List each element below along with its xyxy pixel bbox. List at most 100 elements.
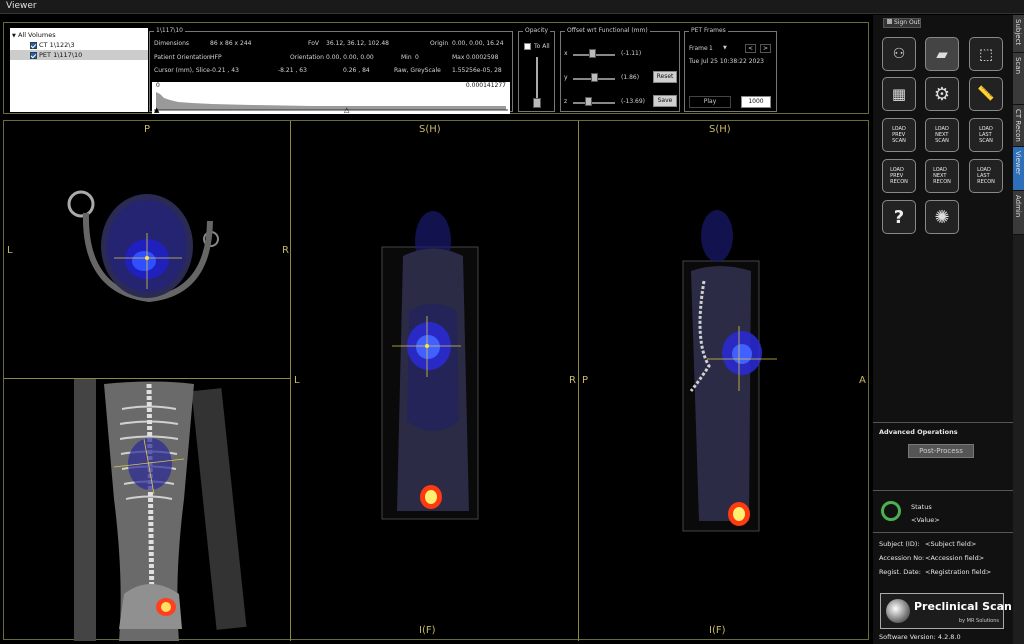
load-last-scan-button[interactable]: LOAD LAST SCAN <box>969 118 1003 152</box>
load-next-recon-line3: RECON <box>933 179 951 185</box>
tab-ct-recon[interactable]: CT Recon <box>1013 105 1024 147</box>
expand-arrow-icon[interactable]: ▼ <box>12 33 16 39</box>
save-button[interactable]: Save <box>653 95 677 107</box>
offset-z-value: (-13.69) <box>621 98 646 105</box>
side-panel: Sign Out ⚇ ▰ ⬚ ▦ ⚙ 📏 LOAD PREV SCAN LOAD NE… <box>873 15 1013 644</box>
help-button[interactable]: ? <box>882 200 916 234</box>
axial-left-label: L <box>7 245 13 256</box>
offset-z-slider[interactable] <box>573 102 615 104</box>
tab-subject[interactable]: Subject <box>1013 15 1024 53</box>
opacity-title: Opacity <box>523 27 551 34</box>
fov-value: 36.12, 36.12, 102.48 <box>326 40 389 47</box>
offset-y-thumb[interactable] <box>591 73 598 82</box>
raw-greyscale-label: Raw, GreyScale <box>394 67 441 74</box>
volume-render-view[interactable]: A <box>4 379 290 641</box>
load-prev-scan-button[interactable]: LOAD PREV SCAN <box>882 118 916 152</box>
load-prev-scan-line3: SCAN <box>892 138 906 144</box>
registration-date-label: Regist. Date: <box>879 568 921 576</box>
offset-y-value: (1.86) <box>621 74 640 81</box>
registration-date-value: <Registration field> <box>925 568 992 576</box>
load-next-recon-button[interactable]: LOAD NEXT RECON <box>925 159 959 193</box>
volume-item-ct[interactable]: CT 1\122\3 <box>30 40 75 50</box>
coronal-left-label: L <box>294 375 300 386</box>
accession-value: <Accession field> <box>925 554 985 562</box>
histogram[interactable]: 0 0.000141277 ▲ △ <box>152 82 510 114</box>
min-label: Min <box>401 54 412 61</box>
fov-label: FoV <box>308 40 320 47</box>
chevron-down-icon[interactable]: ▼ <box>723 45 727 51</box>
offset-x-thumb[interactable] <box>589 49 596 58</box>
max-label: Max <box>452 54 465 61</box>
cursor-value-3: 0.26 , 84 <box>343 67 370 74</box>
tab-admin[interactable]: Admin <box>1013 191 1024 235</box>
raw-greyscale-value: 1.55256e-05, 28 <box>452 67 502 74</box>
play-button[interactable]: Play <box>689 96 731 108</box>
product-logo: Preclinical Scan by MR Solutions <box>880 593 1012 629</box>
volume-item-pet[interactable]: PET 1\117\10 <box>10 50 148 60</box>
load-next-scan-button[interactable]: LOAD NEXT SCAN <box>925 118 959 152</box>
cursor-value-1: -0.21 , 43 <box>210 67 239 74</box>
tab-scan[interactable]: Scan <box>1013 53 1024 105</box>
load-volumes-button[interactable]: ⚇ <box>882 37 916 71</box>
settings-button[interactable]: ⚙ <box>925 77 959 111</box>
sign-out-button[interactable]: Sign Out <box>883 18 921 28</box>
open-folder-button[interactable]: ▰ <box>925 37 959 71</box>
sagittal-view[interactable]: S(H) I(F) P A <box>579 121 868 641</box>
frame-select[interactable]: 1 <box>709 45 713 52</box>
next-frame-button[interactable]: > <box>760 44 772 53</box>
histogram-min-handle-icon[interactable]: ▲ <box>154 106 159 114</box>
tab-viewer[interactable]: Viewer <box>1013 147 1024 191</box>
ct-checkbox[interactable] <box>30 41 37 49</box>
origin-value: 0.00, 0.00, 16.24 <box>452 40 504 47</box>
load-prev-recon-line3: RECON <box>890 179 908 185</box>
tab-admin-label: Admin <box>1014 195 1022 218</box>
dimensions-label: Dimensions <box>154 40 190 47</box>
status-value: <Value> <box>911 516 940 524</box>
logo-title: Preclinical Scan <box>914 600 1012 613</box>
opacity-slider-thumb[interactable] <box>533 98 541 108</box>
offset-y-label: y <box>564 74 568 81</box>
load-last-recon-line3: RECON <box>977 179 995 185</box>
title-bar: Viewer <box>0 0 1024 14</box>
histogram-max-handle-icon[interactable]: △ <box>344 106 349 114</box>
load-last-recon-button[interactable]: LOAD LAST RECON <box>969 159 1003 193</box>
window-title: Viewer <box>6 1 37 11</box>
logo-swirl-icon <box>886 599 910 623</box>
offset-z-thumb[interactable] <box>585 97 592 106</box>
histogram-plot <box>154 92 508 111</box>
coronal-view[interactable]: S(H) I(F) L R <box>291 121 578 641</box>
volume-info-group-label: 1\117\10 <box>154 27 185 34</box>
offset-z-label: z <box>564 98 568 105</box>
pet-frames-title: PET Frames <box>689 27 728 34</box>
coronal-top-label: S(H) <box>419 124 441 135</box>
pet-checkbox[interactable] <box>30 51 37 59</box>
subject-info-section: Subject (ID): <Subject field> Accession … <box>873 532 1013 590</box>
prev-frame-button[interactable]: < <box>745 44 757 53</box>
load-prev-recon-button[interactable]: LOAD PREV RECON <box>882 159 916 193</box>
lock-icon <box>887 19 892 24</box>
reset-button[interactable]: Reset <box>653 71 677 83</box>
tab-viewer-label: Viewer <box>1014 151 1022 175</box>
origin-label: Origin <box>430 40 449 47</box>
to-all-checkbox[interactable] <box>524 43 531 50</box>
snapshot-button[interactable]: ⬚ <box>969 37 1003 71</box>
layout-button[interactable]: ▦ <box>882 77 916 111</box>
volume-tree-root[interactable]: ▼ All Volumes <box>12 30 56 40</box>
brightness-button[interactable]: ✺ <box>925 200 959 234</box>
offset-x-label: x <box>564 50 568 57</box>
cursor-label: Cursor (mm), Slice <box>154 67 210 74</box>
measure-button[interactable]: 📏 <box>969 77 1003 111</box>
axial-right-label: R <box>282 245 289 256</box>
tab-scan-label: Scan <box>1014 57 1022 75</box>
grid-icon: ▦ <box>891 85 907 103</box>
axial-view[interactable]: P L R <box>4 121 290 378</box>
orientation-label: Orientation <box>290 54 324 61</box>
sagittal-top-label: S(H) <box>709 124 731 135</box>
viewer-area[interactable]: P L R A <box>3 120 869 641</box>
volume-info-group: 1\117\10 Dimensions 86 x 86 x 244 FoV 36… <box>149 27 513 114</box>
frame-timestamp: Tue Jul 25 10:38:22 2023 <box>689 58 764 65</box>
post-process-button[interactable]: Post-Process <box>908 444 974 458</box>
accession-label: Accession No: <box>879 554 925 562</box>
speed-spinbox[interactable]: 1000 <box>741 96 771 108</box>
tab-bar: Subject Scan CT Recon Viewer Admin <box>1013 15 1024 644</box>
